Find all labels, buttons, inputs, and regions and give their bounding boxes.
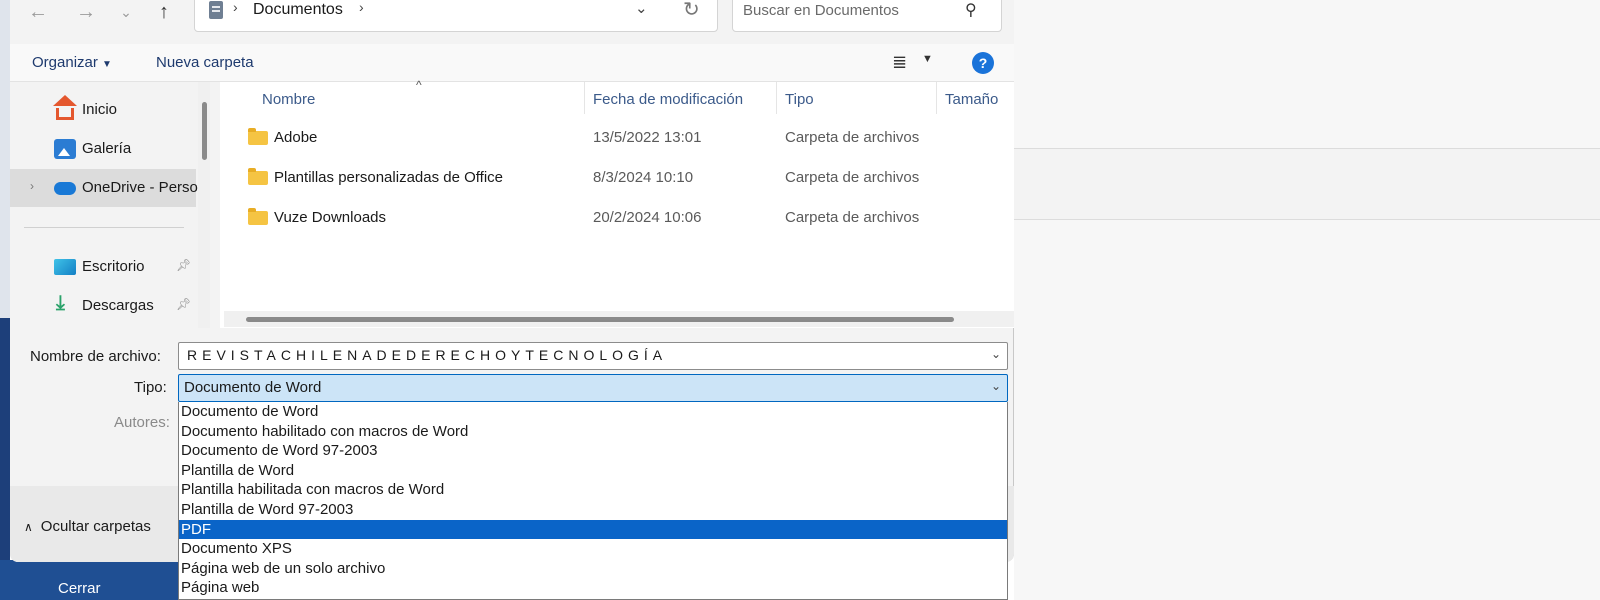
file-list: ^ Nombre Fecha de modificación Tipo Tama…: [220, 78, 1014, 328]
column-header-size[interactable]: Tamaño: [937, 82, 1014, 114]
dropdown-option[interactable]: Documento de Word 97-2003: [179, 441, 1007, 461]
column-header-type-label: Tipo: [785, 91, 814, 108]
chevron-up-icon: ∧: [24, 520, 33, 534]
sidebar-item-label: OneDrive - Perso: [82, 179, 198, 196]
dropdown-option[interactable]: Documento XPS: [179, 539, 1007, 559]
sidebar-scroll-thumb[interactable]: [202, 102, 207, 160]
command-bar: Organizar ▼ Nueva carpeta ≣ ▼ ?: [10, 44, 1014, 82]
breadcrumb-chevron-icon[interactable]: ›: [233, 0, 238, 15]
folder-icon: [248, 128, 268, 145]
file-name: Vuze Downloads: [274, 209, 387, 226]
expand-chevron-icon[interactable]: ›: [30, 179, 34, 193]
dropdown-option[interactable]: Plantilla de Word: [179, 461, 1007, 481]
file-type: Carpeta de archivos: [785, 209, 920, 226]
address-bar[interactable]: › Documentos › ⌄ ↻: [194, 0, 718, 32]
column-header-date[interactable]: Fecha de modificación: [585, 82, 777, 114]
sidebar-item-label: Escritorio: [82, 258, 145, 275]
file-type-value: Documento de Word: [184, 379, 322, 396]
organize-label: Organizar: [32, 54, 98, 71]
dropdown-option[interactable]: Plantilla habilitada con macros de Word: [179, 480, 1007, 500]
search-box[interactable]: Buscar en Documentos ⚲: [732, 0, 1002, 32]
pin-icon[interactable]: 📌︎: [176, 258, 191, 272]
file-row[interactable]: Plantillas personalizadas de Office 8/3/…: [220, 159, 1014, 199]
refresh-icon[interactable]: ↻: [683, 0, 700, 22]
column-header-name[interactable]: Nombre: [220, 82, 584, 114]
hide-folders-button[interactable]: ∧ Ocultar carpetas: [24, 518, 151, 535]
sidebar-item-descargas[interactable]: ⤓ Descargas 📌︎: [10, 287, 196, 325]
authors-label: Autores:: [114, 414, 170, 431]
search-icon[interactable]: ⚲: [965, 0, 977, 20]
hide-folders-label: Ocultar carpetas: [40, 518, 151, 535]
document-background: [1014, 0, 1600, 600]
file-row[interactable]: Adobe 13/5/2022 13:01 Carpeta de archivo…: [220, 119, 1014, 159]
folder-icon: [248, 168, 268, 185]
file-name: Adobe: [274, 129, 318, 146]
organize-caret-icon: ▼: [102, 59, 112, 70]
dropdown-option[interactable]: Plantilla de Word 97-2003: [179, 500, 1007, 520]
breadcrumb-documentos[interactable]: Documentos: [253, 1, 343, 19]
column-header-type[interactable]: Tipo: [777, 82, 937, 114]
file-date: 13/5/2022 13:01: [593, 129, 702, 146]
dropdown-option[interactable]: Página web de un solo archivo: [179, 559, 1007, 579]
file-name: Plantillas personalizadas de Office: [274, 169, 504, 186]
dropdown-option[interactable]: Documento habilitado con macros de Word: [179, 422, 1007, 442]
sidebar-item-label: Galería: [82, 140, 132, 157]
file-type: Carpeta de archivos: [785, 169, 920, 186]
filename-input[interactable]: REVISTACHILENADEDERECHOYTECNOLOGÍA ⌄: [178, 342, 1008, 370]
new-folder-button[interactable]: Nueva carpeta: [156, 54, 254, 71]
sidebar-item-escritorio[interactable]: Escritorio 📌︎: [10, 248, 196, 286]
filename-label: Nombre de archivo:: [30, 348, 161, 365]
file-type-dropdown-list: Documento de Word Documento habilitado c…: [178, 402, 1008, 600]
column-header-size-label: Tamaño: [945, 91, 999, 108]
documents-icon: [209, 1, 223, 19]
home-icon: [53, 95, 77, 120]
column-header-name-label: Nombre: [262, 91, 316, 108]
dropdown-option[interactable]: Documento de Word: [179, 402, 1007, 422]
cloud-icon: [54, 182, 76, 195]
download-icon: ⤓: [56, 292, 65, 314]
horizontal-scrollbar[interactable]: [224, 311, 1014, 327]
search-placeholder[interactable]: Buscar en Documentos: [743, 2, 899, 19]
up-arrow-icon[interactable]: ↑: [150, 0, 178, 26]
desktop-icon: [54, 259, 76, 275]
sidebar-item-inicio[interactable]: Inicio: [10, 91, 196, 129]
close-menu-item[interactable]: Cerrar: [58, 580, 101, 597]
file-row[interactable]: Vuze Downloads 20/2/2024 10:06 Carpeta d…: [220, 199, 1014, 239]
sidebar-item-label: Descargas: [82, 297, 154, 314]
sidebar-divider: [24, 227, 184, 228]
view-options-caret-icon[interactable]: ▼: [922, 53, 933, 65]
navigation-bar: ← → ⌄ ↑ › Documentos › ⌄ ↻ Buscar en Doc…: [10, 0, 1014, 44]
desktop-background-dark: [0, 318, 10, 600]
sidebar-scrollbar[interactable]: [198, 82, 210, 328]
filename-dropdown-chevron-icon[interactable]: ⌄: [991, 347, 1001, 361]
breadcrumb-chevron-icon[interactable]: ›: [359, 0, 364, 15]
horizontal-scroll-thumb[interactable]: [246, 317, 954, 322]
organize-button[interactable]: Organizar ▼: [32, 54, 112, 71]
file-date: 8/3/2024 10:10: [593, 169, 694, 186]
file-date: 20/2/2024 10:06: [593, 209, 702, 226]
column-header-date-label: Fecha de modificación: [593, 91, 744, 108]
navigation-pane: Inicio Galería › OneDrive - Perso Escrit…: [10, 82, 198, 328]
dropdown-option-selected[interactable]: PDF: [179, 519, 1007, 540]
pin-icon[interactable]: 📌︎: [176, 297, 191, 311]
file-type-chevron-icon[interactable]: ⌄: [991, 379, 1001, 393]
view-list-icon[interactable]: ≣: [892, 52, 907, 73]
help-icon[interactable]: ?: [972, 52, 994, 74]
back-arrow-icon[interactable]: ←: [24, 0, 52, 26]
file-type-select[interactable]: Documento de Word ⌄: [178, 374, 1008, 402]
dropdown-option[interactable]: Página web: [179, 578, 1007, 598]
address-dropdown-chevron-icon[interactable]: ⌄: [635, 0, 648, 17]
type-label: Tipo:: [134, 379, 167, 396]
file-type: Carpeta de archivos: [785, 129, 920, 146]
gallery-icon: [54, 139, 76, 159]
filename-value[interactable]: REVISTACHILENADEDERECHOYTECNOLOGÍA: [187, 347, 667, 363]
folder-icon: [248, 208, 268, 225]
sidebar-item-label: Inicio: [82, 101, 118, 118]
recent-locations-chevron-icon[interactable]: ⌄: [112, 0, 140, 26]
document-band: [1014, 148, 1600, 220]
sidebar-item-galeria[interactable]: Galería: [10, 130, 196, 168]
sidebar-item-onedrive[interactable]: › OneDrive - Perso: [10, 169, 198, 207]
forward-arrow-icon[interactable]: →: [72, 0, 100, 26]
